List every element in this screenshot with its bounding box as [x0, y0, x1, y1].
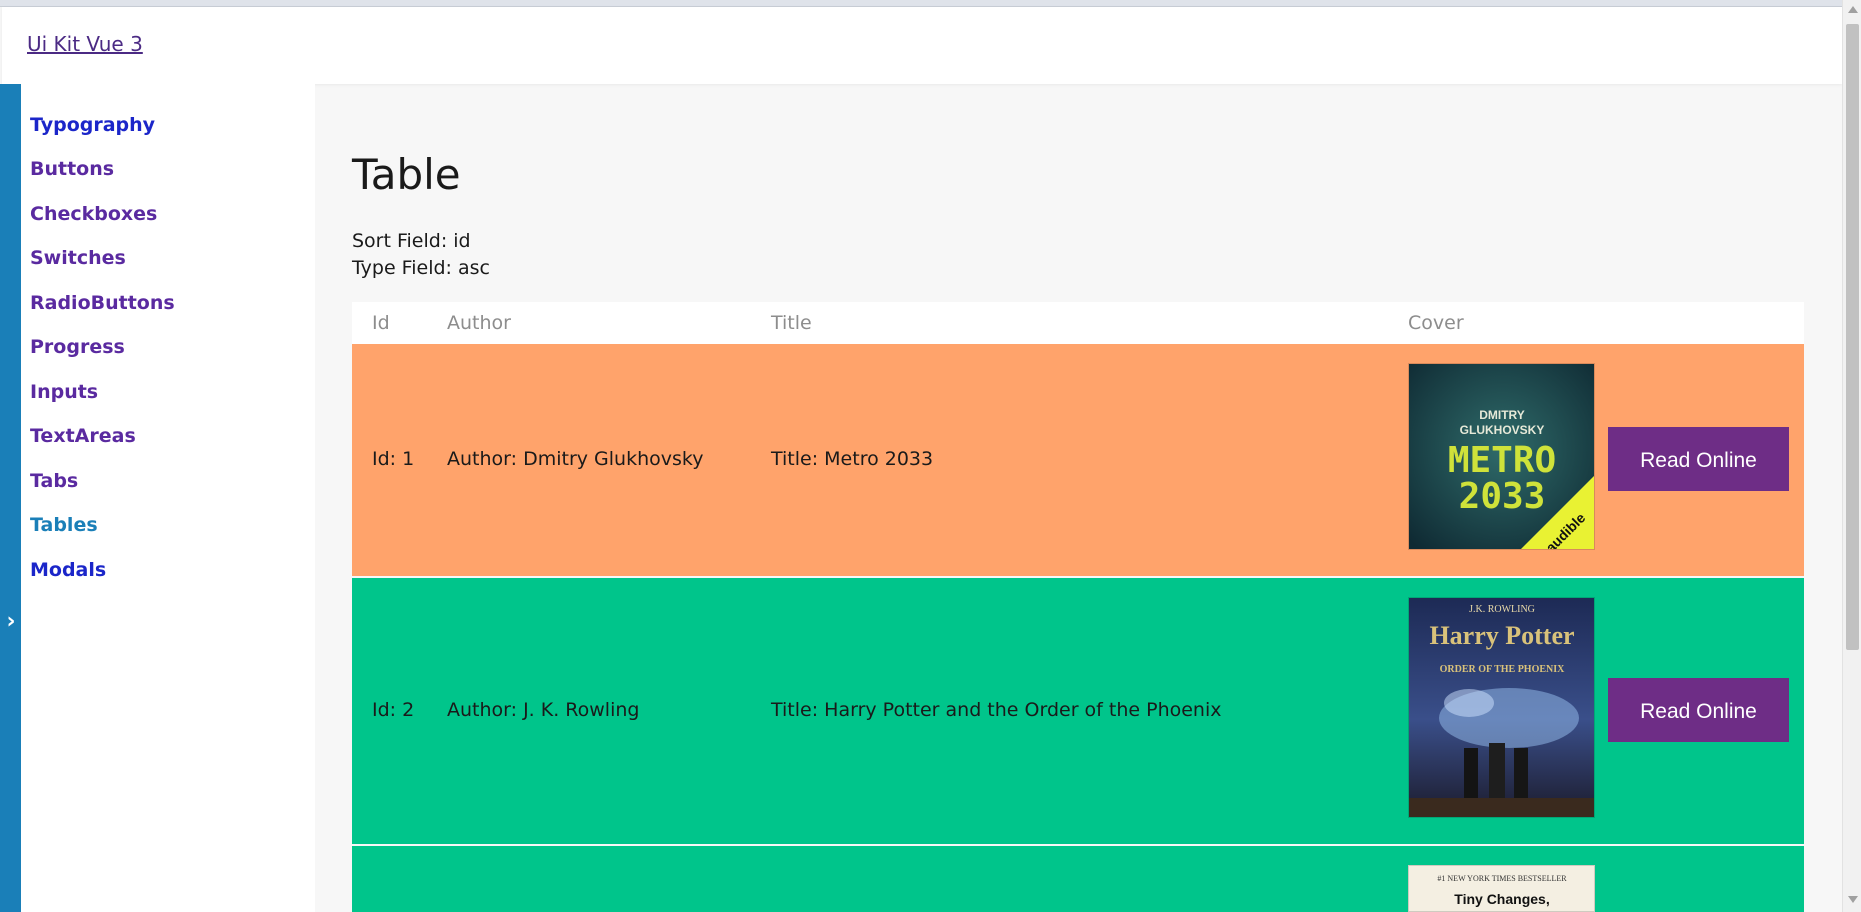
page-scrollbar[interactable]: [1842, 0, 1861, 912]
app-header: Ui Kit Vue 3: [2, 7, 1842, 84]
cover-text-year: 2033: [1459, 476, 1546, 517]
sidebar-item-buttons[interactable]: Buttons: [30, 158, 114, 180]
cover-text-author: J.K. ROWLING: [1469, 604, 1535, 615]
cell-id: Id: 1: [372, 448, 415, 470]
cover-text-author-first: DMITRY: [1479, 408, 1525, 422]
metro-2033-cover-art: DMITRY GLUKHOVSKY METRO 2033 audible: [1409, 364, 1594, 549]
harry-potter-cover-art: J.K. ROWLING Harry Potter ORDER OF THE P…: [1409, 598, 1594, 817]
table-row: Id: 1 Author: Dmitry Glukhovsky Title: M…: [352, 344, 1804, 576]
cover-text-author-last: GLUKHOVSKY: [1460, 423, 1545, 437]
cell-author: Author: J. K. Rowling: [447, 699, 640, 721]
sidebar-item-checkboxes[interactable]: Checkboxes: [30, 203, 157, 225]
column-header-author[interactable]: Author: [447, 312, 511, 334]
cell-id: Id: 2: [372, 699, 415, 721]
scroll-up-arrow-icon[interactable]: [1848, 6, 1858, 13]
main-content: Table Sort Field: id Type Field: asc Id …: [352, 84, 1804, 912]
sidebar-item-tabs[interactable]: Tabs: [30, 470, 78, 492]
cover-text-title: Harry Potter: [1429, 621, 1574, 650]
cover-text-tagline: Tiny Changes,: [1454, 891, 1549, 907]
cover-text-bestseller: #1 NEW YORK TIMES BESTSELLER: [1437, 874, 1567, 883]
sidebar-item-switches[interactable]: Switches: [30, 247, 126, 269]
sidebar-item-modals[interactable]: Modals: [30, 559, 106, 581]
page-title: Table: [352, 150, 461, 199]
sidebar-item-inputs[interactable]: Inputs: [30, 381, 98, 403]
book-cover-image: J.K. ROWLING Harry Potter ORDER OF THE P…: [1408, 597, 1595, 818]
read-online-button[interactable]: Read Online: [1608, 427, 1789, 491]
sidebar-item-tables[interactable]: Tables: [30, 514, 98, 536]
column-header-cover[interactable]: Cover: [1408, 312, 1464, 334]
sidebar-item-radiobuttons[interactable]: RadioButtons: [30, 292, 175, 314]
sidebar-item-progress[interactable]: Progress: [30, 336, 125, 358]
sidebar-accent-bar: ›: [0, 84, 21, 912]
sidebar-item-typography[interactable]: Typography: [30, 114, 155, 136]
atomic-habits-cover-art: #1 NEW YORK TIMES BESTSELLER Tiny Change…: [1409, 866, 1594, 911]
scroll-thumb[interactable]: [1846, 24, 1859, 650]
read-online-button[interactable]: Read Online: [1608, 678, 1789, 742]
sidebar-item-textareas[interactable]: TextAreas: [30, 425, 136, 447]
scroll-down-arrow-icon[interactable]: [1848, 896, 1858, 903]
chevron-right-icon[interactable]: ›: [2, 610, 20, 634]
cell-title: Title: Harry Potter and the Order of the…: [771, 699, 1222, 721]
sidebar: Typography Buttons Checkboxes Switches R…: [21, 84, 315, 912]
type-field-text: Type Field: asc: [352, 257, 490, 279]
book-cover-image: #1 NEW YORK TIMES BESTSELLER Tiny Change…: [1408, 865, 1595, 912]
cell-author: Author: Dmitry Glukhovsky: [447, 448, 704, 470]
column-header-title[interactable]: Title: [771, 312, 812, 334]
table-row: Id: 2 Author: J. K. Rowling Title: Harry…: [352, 578, 1804, 844]
table-row: #1 NEW YORK TIMES BESTSELLER Tiny Change…: [352, 846, 1804, 912]
cover-text-subtitle: ORDER OF THE PHOENIX: [1440, 664, 1566, 675]
table-header: Id Author Title Cover: [352, 302, 1804, 344]
brand-link[interactable]: Ui Kit Vue 3: [27, 32, 143, 56]
cell-title: Title: Metro 2033: [771, 448, 934, 470]
book-cover-image: DMITRY GLUKHOVSKY METRO 2033 audible: [1408, 363, 1595, 550]
browser-chrome-strip: [0, 0, 1842, 7]
column-header-id[interactable]: Id: [372, 312, 390, 334]
sort-field-text: Sort Field: id: [352, 230, 471, 252]
cover-text-title: METRO: [1448, 440, 1556, 481]
